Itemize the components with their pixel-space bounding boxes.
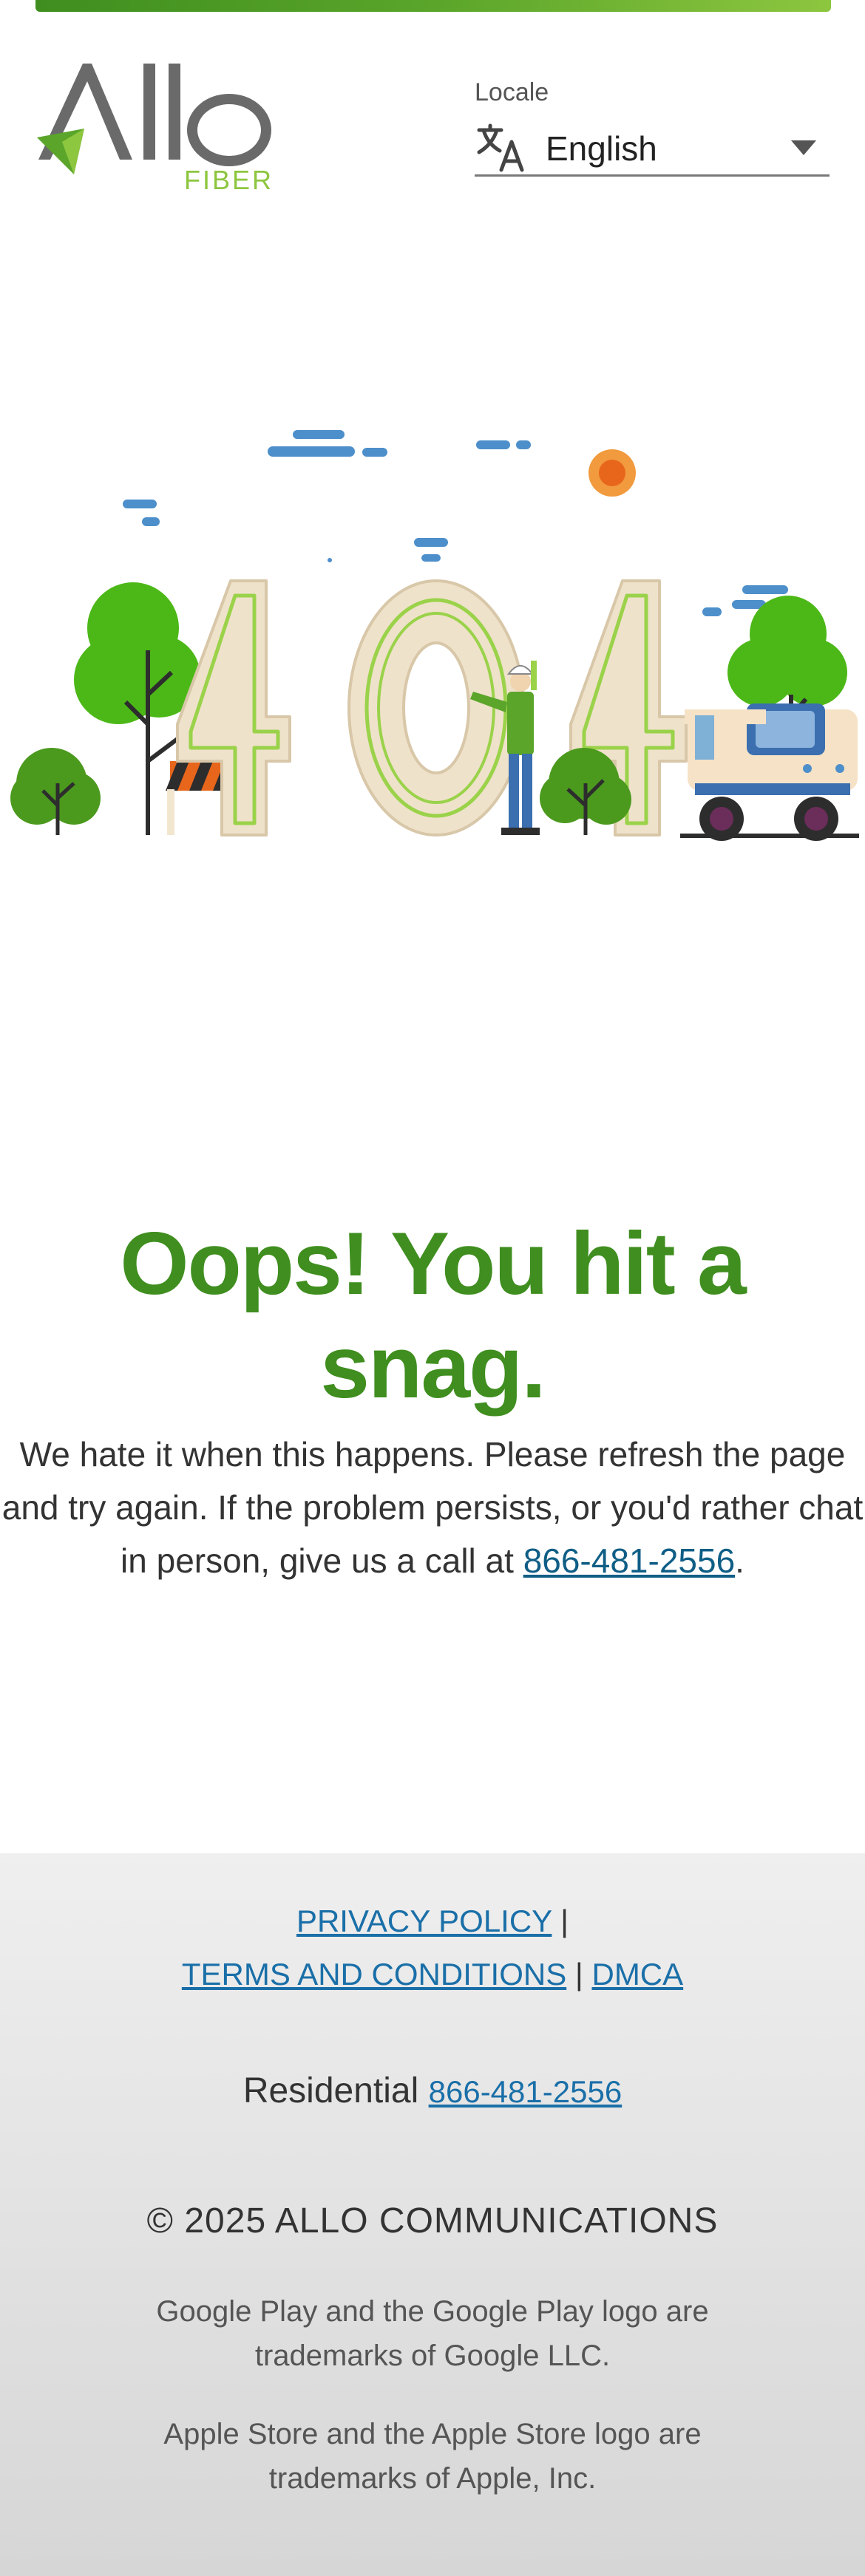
error-content: Oops! You hit a snag. We hate it when th… (0, 1212, 865, 1587)
locale-selector: Locale English (475, 64, 830, 186)
footer-links: PRIVACY POLICY | TERMS AND CONDITIONS | … (0, 1895, 865, 2001)
privacy-policy-link[interactable]: PRIVACY POLICY (296, 1904, 552, 1938)
page-title: Oops! You hit a snag. (120, 1214, 747, 1417)
residential-phone-link[interactable]: 866-481-2556 (429, 2074, 623, 2109)
apple-trademark-notice: Apple Store and the Apple Store logo are… (163, 2418, 702, 2495)
404-illustration (0, 414, 865, 842)
locale-label: Locale (475, 78, 549, 106)
footer-links-row-2: TERMS AND CONDITIONS | DMCA (0, 1948, 865, 2001)
footer-separator: | (574, 1957, 583, 1991)
copyright: © 2025 ALLO COMMUNICATIONS (146, 2201, 719, 2241)
error-message: We hate it when this happens. Please ref… (0, 1428, 865, 1587)
footer-links-row-1: PRIVACY POLICY | (0, 1895, 865, 1948)
locale-value: English (546, 129, 657, 168)
residential-label: Residential (242, 2071, 419, 2110)
top-accent-bar (35, 0, 831, 12)
site-footer: PRIVACY POLICY | TERMS AND CONDITIONS | … (0, 1853, 865, 2576)
dmca-link[interactable]: DMCA (591, 1957, 683, 1991)
allo-fiber-logo[interactable]: FIBER (33, 49, 291, 197)
chevron-down-icon (791, 140, 816, 155)
footer-separator: | (560, 1904, 569, 1938)
allo-logo: FIBER (37, 64, 274, 195)
translate-icon (477, 123, 524, 172)
terms-link[interactable]: TERMS AND CONDITIONS (182, 1957, 566, 1991)
error-message-end: . (735, 1541, 744, 1580)
locale-dropdown[interactable]: English (475, 115, 830, 177)
residential-contact: Residential 866-481-2556 (0, 2071, 865, 2111)
404-scene-svg (10, 430, 859, 841)
support-phone-link[interactable]: 866-481-2556 (523, 1541, 735, 1580)
site-header: FIBER Locale English (0, 12, 865, 197)
logo-sub-text: FIBER (184, 165, 274, 195)
google-trademark-notice: Google Play and the Google Play logo are… (156, 2295, 709, 2372)
